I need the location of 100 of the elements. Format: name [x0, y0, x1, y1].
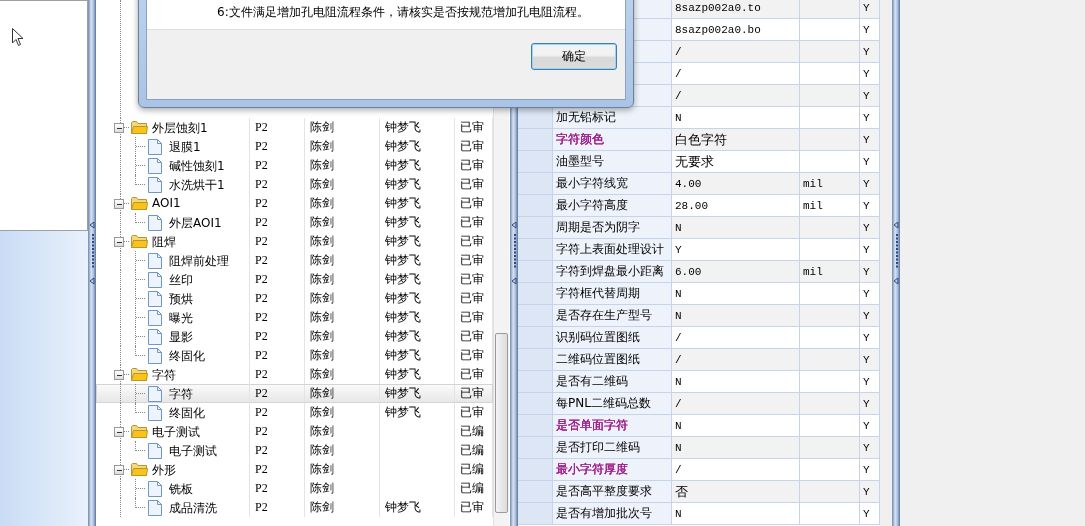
- property-name: 是否存在生产型号: [553, 305, 672, 327]
- tree-node-label[interactable]: AOI1: [152, 196, 181, 210]
- property-value[interactable]: N: [672, 437, 800, 459]
- document-icon: [148, 405, 162, 421]
- document-icon: [148, 158, 162, 174]
- tree-node-label[interactable]: 水洗烘干1: [169, 177, 225, 194]
- tree-node-label[interactable]: 铣板: [169, 481, 193, 498]
- property-value[interactable]: 无要求: [672, 151, 800, 173]
- document-icon: [148, 348, 162, 364]
- tree-node-label[interactable]: 丝印: [169, 272, 193, 289]
- property-value[interactable]: /: [672, 349, 800, 371]
- document-icon: [148, 272, 162, 288]
- splitter-grip-icon[interactable]: [893, 222, 899, 284]
- property-value[interactable]: /: [672, 393, 800, 415]
- property-value[interactable]: N: [672, 371, 800, 393]
- table-cell: Y: [860, 107, 880, 129]
- document-icon: [148, 481, 162, 497]
- property-value[interactable]: 8sazp002a0.to: [672, 0, 800, 19]
- table-cell: Y: [860, 349, 880, 371]
- unit-cell: [800, 393, 860, 415]
- tree-node-label[interactable]: 外形: [152, 462, 176, 479]
- table-cell: Y: [860, 0, 880, 19]
- table-cell: Y: [860, 217, 880, 239]
- collapse-toggle[interactable]: [114, 370, 124, 380]
- unit-cell: mil: [800, 173, 860, 195]
- document-icon: [148, 386, 162, 402]
- property-value[interactable]: /: [672, 327, 800, 349]
- document-icon: [148, 139, 162, 155]
- tree-node-label[interactable]: 字符: [169, 386, 193, 403]
- tree-node-label[interactable]: 碱性蚀刻1: [169, 158, 225, 175]
- property-value[interactable]: 28.00: [672, 195, 800, 217]
- row-header[interactable]: [518, 107, 553, 129]
- tree-node-label[interactable]: 阻焊前处理: [169, 253, 229, 270]
- property-name: 字符颜色: [553, 129, 672, 151]
- document-icon: [148, 291, 162, 307]
- cursor-icon: [12, 28, 24, 47]
- property-value[interactable]: Y: [672, 239, 800, 261]
- unit-cell: [800, 481, 860, 503]
- scroll-thumb[interactable]: [495, 333, 508, 513]
- unit-cell: [800, 129, 860, 151]
- property-value[interactable]: 6.00: [672, 261, 800, 283]
- property-value[interactable]: /: [672, 459, 800, 481]
- property-name: 二维码位置图纸: [553, 349, 672, 371]
- tree-node-label[interactable]: 曝光: [169, 310, 193, 327]
- collapse-toggle[interactable]: [114, 237, 124, 247]
- property-value[interactable]: N: [672, 107, 800, 129]
- unit-cell: [800, 437, 860, 459]
- dialog-message: 6:文件满足增加孔电阻流程条件，请核实是否按规范增加孔电阻流程。: [217, 4, 589, 21]
- table-cell: Y: [860, 85, 880, 107]
- table-cell: Y: [860, 151, 880, 173]
- collapse-toggle[interactable]: [114, 465, 124, 475]
- unit-cell: [800, 0, 860, 19]
- unit-cell: [800, 371, 860, 393]
- table-cell: Y: [860, 195, 880, 217]
- property-value[interactable]: 否: [672, 481, 800, 503]
- property-name: 是否高平整度要求: [553, 481, 672, 503]
- property-value[interactable]: N: [672, 415, 800, 437]
- property-name: 最小字符高度: [553, 195, 672, 217]
- tree-node-label[interactable]: 预烘: [169, 291, 193, 308]
- tree-node-label[interactable]: 成品清洗: [169, 500, 217, 517]
- property-value[interactable]: /: [672, 41, 800, 63]
- tree-node-label[interactable]: 退膜1: [169, 139, 201, 156]
- tree-node-label[interactable]: 终固化: [169, 405, 205, 422]
- tree-node-label[interactable]: 电子测试: [169, 443, 217, 460]
- property-name: 周期是否为阴字: [553, 217, 672, 239]
- tree-row[interactable]: 字符 P2 陈剑 钟梦飞 已审: [96, 384, 493, 403]
- document-icon: [148, 177, 162, 193]
- property-value[interactable]: N: [672, 217, 800, 239]
- folder-icon: [131, 367, 148, 382]
- tree-node-label[interactable]: 显影: [169, 329, 193, 346]
- property-value[interactable]: 8sazp002a0.bo: [672, 19, 800, 41]
- unit-cell: mil: [800, 261, 860, 283]
- property-value[interactable]: N: [672, 283, 800, 305]
- tree-node-label[interactable]: 阻焊: [152, 234, 176, 251]
- splitter-grip-icon[interactable]: [511, 222, 517, 284]
- unit-cell: [800, 415, 860, 437]
- ok-button[interactable]: 确定: [531, 43, 617, 70]
- property-value[interactable]: 4.00: [672, 173, 800, 195]
- tree-node-label[interactable]: 外层蚀刻1: [152, 120, 208, 137]
- collapse-toggle[interactable]: [114, 123, 124, 133]
- table-cell: Y: [860, 63, 880, 85]
- property-value[interactable]: /: [672, 85, 800, 107]
- collapse-toggle[interactable]: [114, 199, 124, 209]
- splitter-grip-icon[interactable]: [89, 222, 95, 284]
- folder-icon: [131, 462, 148, 477]
- table-cell: P2: [250, 498, 305, 517]
- property-value[interactable]: N: [672, 503, 800, 525]
- tree-node-label[interactable]: 电子测试: [152, 424, 200, 441]
- property-value[interactable]: N: [672, 305, 800, 327]
- table-cell: Y: [860, 327, 880, 349]
- tree-node-label[interactable]: 外层AOI1: [169, 215, 222, 232]
- collapse-toggle[interactable]: [114, 427, 124, 437]
- document-icon: [148, 310, 162, 326]
- folder-icon: [131, 196, 148, 211]
- folder-icon: [131, 120, 148, 135]
- unit-cell: [800, 41, 860, 63]
- tree-node-label[interactable]: 字符: [152, 367, 176, 384]
- tree-node-label[interactable]: 终固化: [169, 348, 205, 365]
- property-value[interactable]: 白色字符: [672, 129, 800, 151]
- property-value[interactable]: /: [672, 63, 800, 85]
